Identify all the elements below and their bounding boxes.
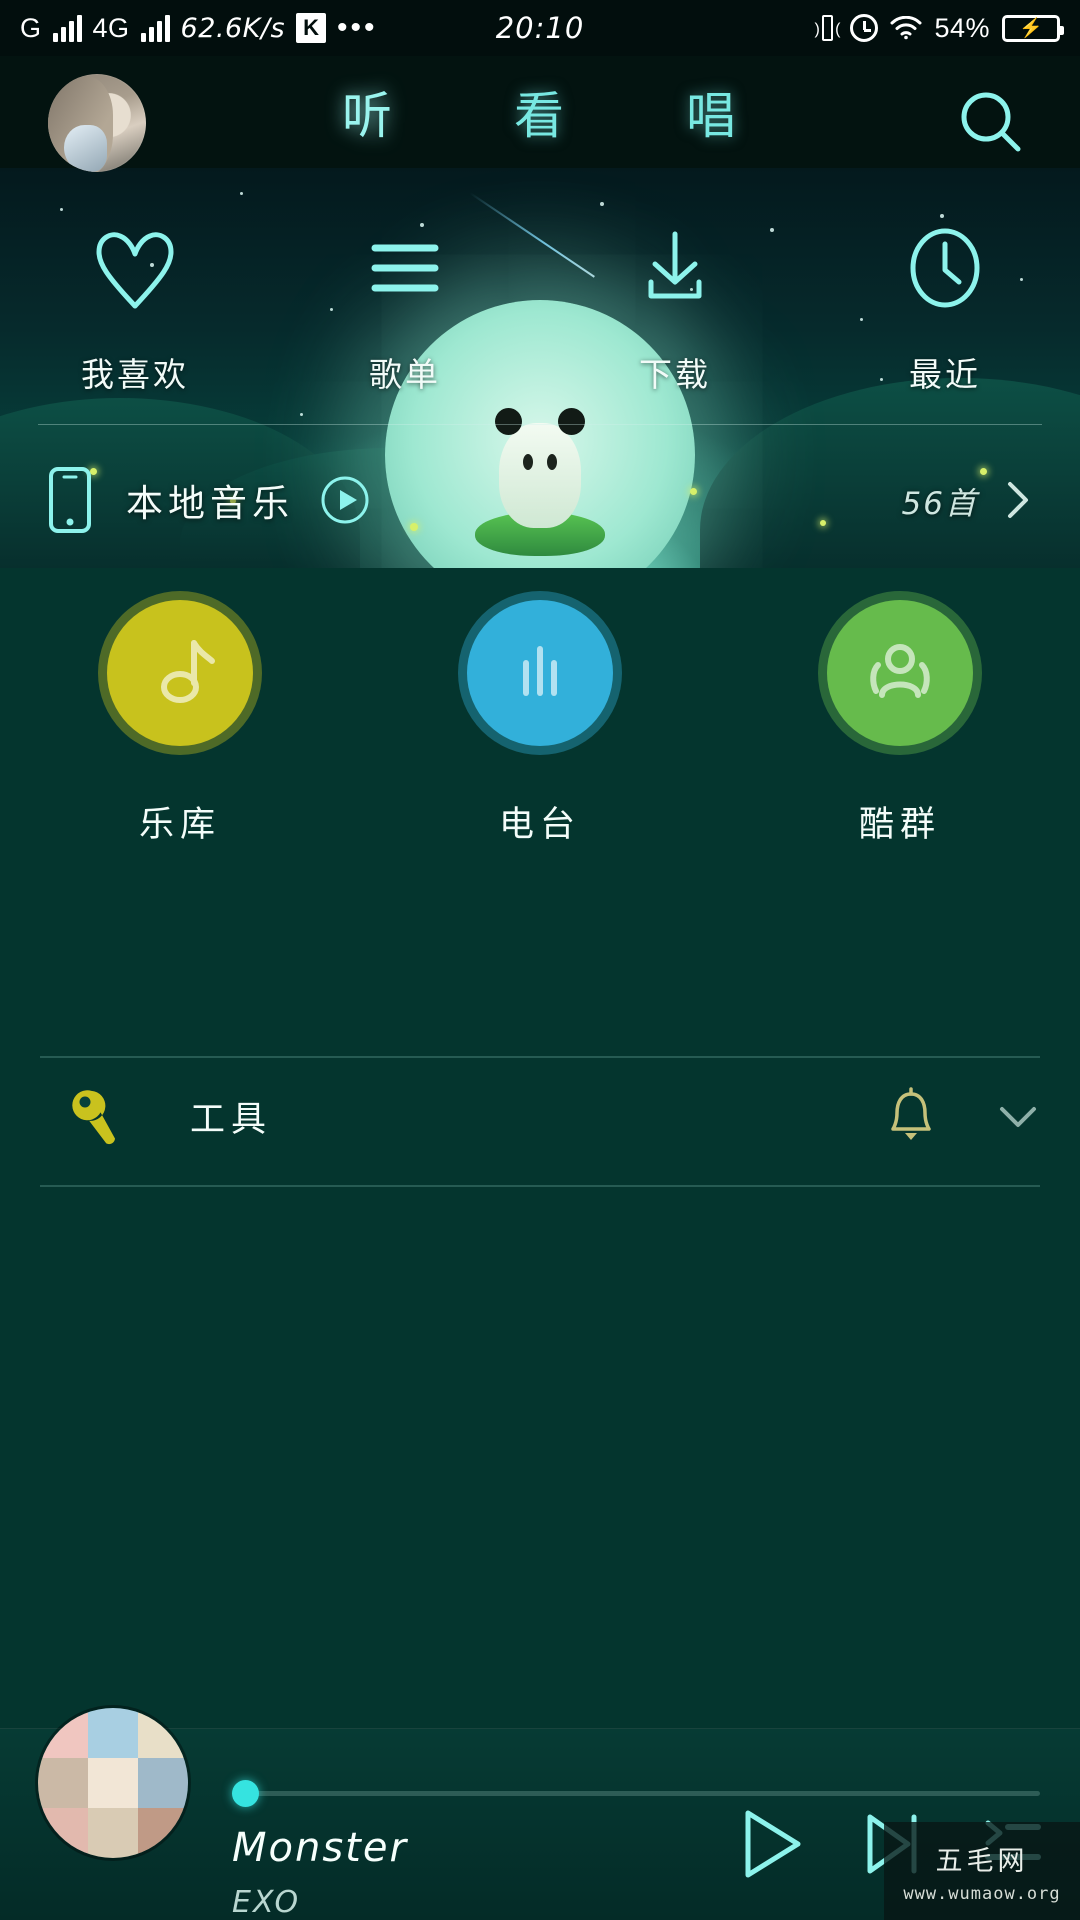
tools-divider-bottom — [40, 1185, 1040, 1187]
wrench-icon — [68, 1086, 128, 1146]
album-cover[interactable] — [38, 1708, 188, 1858]
clock-icon — [897, 220, 993, 316]
signal-bars-sim2 — [140, 14, 170, 42]
search-icon[interactable] — [954, 86, 1028, 160]
category-bubble[interactable] — [98, 591, 262, 755]
local-music-label: 本地音乐 — [126, 482, 294, 525]
sim2-label: 4G — [92, 12, 130, 43]
tools-row[interactable]: 工具 — [0, 1056, 1080, 1176]
nav-tabs: 听 看 唱 — [0, 56, 1080, 168]
status-clock: 20:10 — [495, 11, 585, 45]
top-nav-bar: 听 看 唱 — [0, 56, 1080, 172]
category-bubble[interactable] — [458, 591, 622, 755]
quick-action-recent[interactable]: 最近 — [810, 220, 1080, 420]
quick-action-downloads[interactable]: 下载 — [540, 220, 810, 420]
quick-action-label: 我喜欢 — [81, 355, 189, 394]
music-note-icon — [161, 640, 215, 703]
download-icon — [627, 220, 723, 316]
status-bar-left: G 4G 62.6K/s K ••• — [20, 13, 378, 44]
local-music-row[interactable]: 本地音乐 56首 — [0, 452, 1080, 548]
now-playing-meta: Monster EXO — [232, 1825, 408, 1920]
playback-progress-bar[interactable] — [232, 1780, 1040, 1807]
tab-watch[interactable]: 看 — [514, 76, 566, 148]
status-bar: G 4G 62.6K/s K ••• 20:10 )(54% ⚡ — [0, 0, 1080, 56]
chevron-right-icon[interactable] — [1004, 478, 1032, 522]
category-radio[interactable]: 电台 — [360, 591, 720, 1030]
watermark-url: www.wumaow.org — [903, 1883, 1061, 1904]
chevron-down-icon[interactable] — [996, 1101, 1040, 1131]
quick-action-favorites[interactable]: 我喜欢 — [0, 220, 270, 420]
tools-label: 工具 — [190, 1099, 273, 1140]
category-label: 电台 — [498, 805, 581, 845]
kugou-badge-icon: K — [296, 13, 327, 43]
alarm-icon — [850, 14, 879, 42]
quick-action-label: 下载 — [639, 355, 711, 394]
player-bar: Monster EXO 五毛网 www.wumaow.org — [0, 1708, 1080, 1920]
app-screen: G 4G 62.6K/s K ••• 20:10 )(54% ⚡ 听 看 唱 … — [0, 0, 1080, 1920]
banner-divider — [38, 424, 1042, 425]
category-row: 乐库 电台 酷群 — [0, 591, 1080, 1030]
category-group[interactable]: 酷群 — [720, 591, 1080, 1030]
category-bubble[interactable] — [818, 591, 982, 755]
sim1-label: G — [20, 12, 42, 43]
tab-sing[interactable]: 唱 — [686, 76, 738, 148]
play-circle-icon[interactable] — [320, 475, 370, 525]
quick-actions-row: 我喜欢 歌单 下载 最近 — [0, 220, 1080, 420]
bell-icon[interactable] — [886, 1087, 936, 1145]
local-music-count: 56首 — [901, 485, 978, 522]
notification-overflow-icon: ••• — [337, 11, 378, 44]
category-label: 酷群 — [858, 805, 941, 845]
song-artist: EXO — [232, 1885, 301, 1920]
group-icon — [870, 644, 930, 698]
category-library[interactable]: 乐库 — [0, 591, 360, 1030]
phone-icon — [48, 466, 92, 534]
quick-action-label: 歌单 — [369, 355, 441, 394]
category-label: 乐库 — [138, 805, 221, 845]
quick-action-playlists[interactable]: 歌单 — [270, 220, 540, 420]
vibrate-icon: )( — [814, 13, 840, 43]
signal-bars-sim1 — [52, 14, 82, 42]
playlist-icon — [357, 220, 453, 316]
tab-listen[interactable]: 听 — [342, 76, 394, 148]
status-bar-right: )( 54% ⚡ — [814, 12, 1064, 44]
battery-charging-icon: ⚡ — [1002, 14, 1064, 42]
equalizer-icon — [523, 646, 557, 696]
network-speed: 62.6K/s — [180, 12, 286, 44]
battery-percent: 54% — [934, 12, 990, 43]
progress-knob[interactable] — [232, 1780, 259, 1807]
watermark: 五毛网 www.wumaow.org — [884, 1822, 1080, 1920]
wifi-icon — [890, 15, 922, 40]
play-button[interactable] — [734, 1805, 806, 1888]
quick-action-label: 最近 — [909, 355, 981, 394]
song-title: Monster — [232, 1825, 408, 1871]
heart-icon — [87, 220, 183, 316]
watermark-title: 五毛网 — [935, 1845, 1029, 1877]
